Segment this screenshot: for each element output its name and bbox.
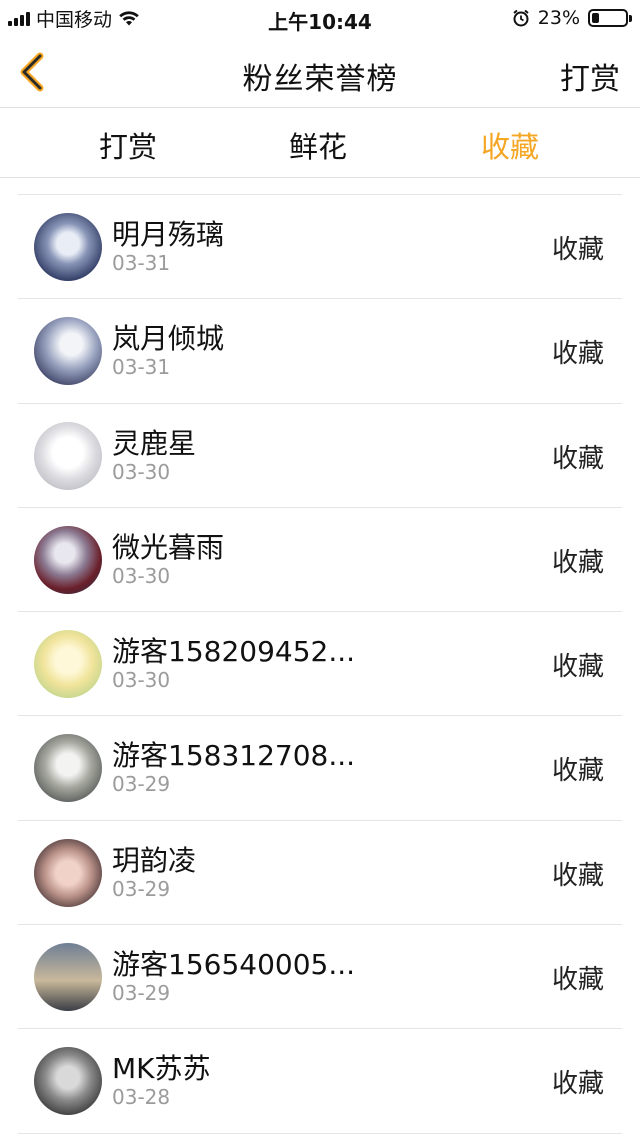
avatar-icon bbox=[34, 525, 102, 594]
list-item[interactable]: 游客156540005... 03-29 收藏 bbox=[18, 925, 622, 1030]
list-item[interactable]: 灵鹿星 03-30 收藏 bbox=[18, 404, 622, 508]
item-date: 03-30 bbox=[112, 668, 171, 693]
avatar-icon bbox=[34, 734, 102, 803]
item-date: 03-31 bbox=[112, 355, 171, 380]
avatar-icon bbox=[34, 838, 102, 907]
item-date: 03-28 bbox=[112, 1085, 171, 1110]
list-item[interactable]: MK苏苏 03-28 收藏 bbox=[18, 1029, 622, 1134]
item-action: 收藏 bbox=[551, 443, 604, 474]
avatar-icon bbox=[34, 421, 102, 490]
battery-percent: 23% bbox=[537, 7, 580, 29]
avatar-icon bbox=[34, 630, 102, 699]
item-action: 收藏 bbox=[551, 652, 604, 683]
item-date: 03-30 bbox=[112, 459, 171, 484]
tab-flowers[interactable]: 鲜花 bbox=[258, 124, 378, 166]
fan-list: 明月殇璃 03-31 收藏 岚月倾城 03-31 收藏 灵鹿星 03-30 收藏… bbox=[18, 194, 622, 1134]
avatar-icon bbox=[34, 213, 102, 281]
item-action: 收藏 bbox=[551, 756, 604, 787]
item-date: 03-29 bbox=[112, 772, 171, 797]
item-date: 03-29 bbox=[112, 981, 171, 1006]
item-action: 收藏 bbox=[551, 965, 604, 996]
item-name: 游客156540005... bbox=[112, 948, 356, 982]
item-date: 03-31 bbox=[112, 251, 171, 275]
item-action: 收藏 bbox=[551, 1069, 604, 1100]
item-date: 03-29 bbox=[112, 876, 171, 901]
avatar-icon bbox=[34, 943, 102, 1012]
list-item[interactable]: 岚月倾城 03-31 收藏 bbox=[18, 299, 622, 404]
item-action: 收藏 bbox=[551, 547, 604, 578]
list-item[interactable]: 明月殇璃 03-31 收藏 bbox=[18, 195, 622, 300]
avatar-icon bbox=[34, 1047, 102, 1116]
nav-bar: 粉丝荣誉榜 打赏 bbox=[0, 36, 640, 108]
item-action: 收藏 bbox=[551, 860, 604, 891]
tab-tip[interactable]: 打赏 bbox=[68, 124, 188, 166]
item-date: 03-30 bbox=[112, 563, 171, 588]
battery-fill bbox=[592, 13, 600, 23]
item-name: MK苏苏 bbox=[112, 1052, 211, 1086]
tip-button[interactable]: 打赏 bbox=[560, 54, 620, 98]
item-name: 岚月倾城 bbox=[112, 322, 225, 356]
item-name: 微光暮雨 bbox=[112, 530, 225, 564]
list-item[interactable]: 微光暮雨 03-30 收藏 bbox=[18, 508, 622, 613]
list-item[interactable]: 玥韵凌 03-29 收藏 bbox=[18, 821, 622, 926]
battery-icon bbox=[588, 9, 632, 27]
list-item[interactable]: 游客158209452... 03-30 收藏 bbox=[18, 612, 622, 717]
status-right: 23% bbox=[512, 6, 632, 30]
item-action: 收藏 bbox=[551, 235, 604, 265]
item-name: 玥韵凌 bbox=[112, 843, 197, 877]
item-action: 收藏 bbox=[551, 339, 604, 370]
tab-bar: 打赏 鲜花 收藏 bbox=[0, 108, 640, 178]
alarm-icon bbox=[513, 9, 529, 27]
avatar-icon bbox=[34, 317, 102, 386]
item-name: 明月殇璃 bbox=[112, 218, 225, 251]
tab-favorites[interactable]: 收藏 bbox=[450, 124, 570, 166]
status-bar: 中国移动 上午10:44 23% bbox=[0, 0, 640, 36]
item-name: 游客158209452... bbox=[112, 635, 356, 669]
item-name: 游客158312708... bbox=[112, 739, 356, 773]
item-name: 灵鹿星 bbox=[112, 426, 197, 460]
list-item[interactable]: 游客158312708... 03-29 收藏 bbox=[18, 716, 622, 821]
page-title: 粉丝荣誉榜 bbox=[242, 62, 398, 97]
